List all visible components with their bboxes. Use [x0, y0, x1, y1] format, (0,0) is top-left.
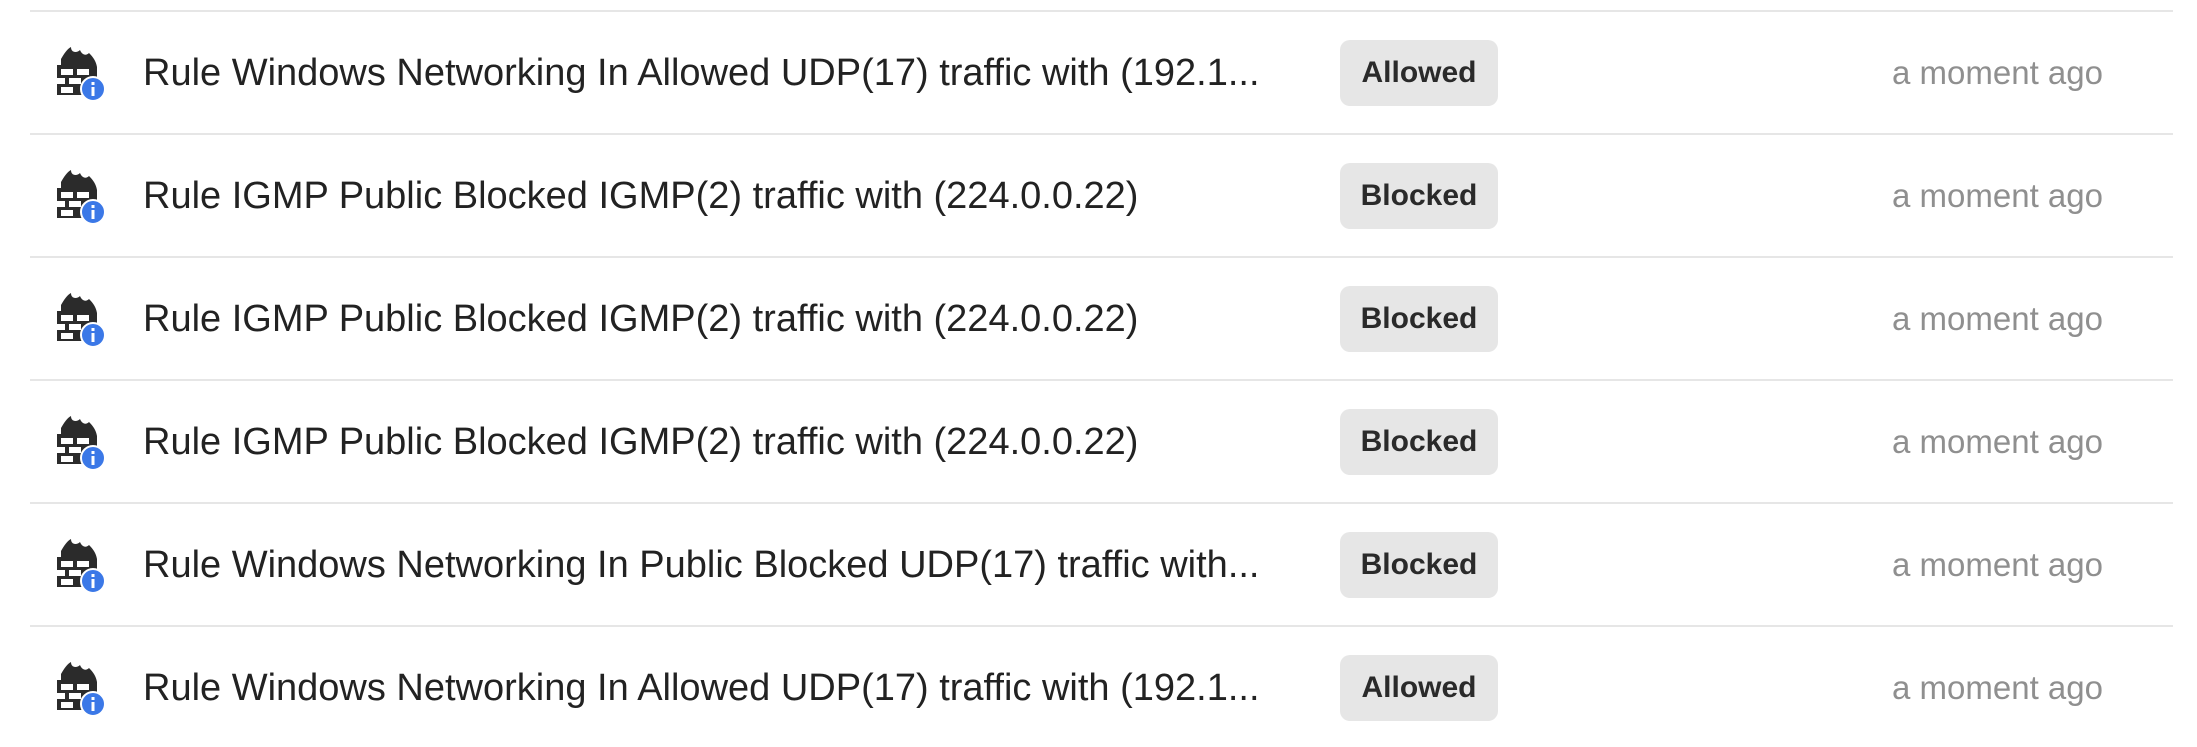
status-badge: Blocked — [1340, 163, 1498, 229]
event-timestamp: a moment ago — [1892, 546, 2103, 583]
firewall-info-icon — [55, 416, 107, 472]
event-title: Rule Windows Networking In Allowed UDP(1… — [143, 52, 1260, 94]
event-timestamp: a moment ago — [1892, 669, 2103, 706]
event-timestamp: a moment ago — [1892, 300, 2103, 337]
event-title: Rule Windows Networking In Public Blocke… — [143, 544, 1260, 586]
event-row[interactable]: Rule Windows Networking In Allowed UDP(1… — [30, 10, 2173, 133]
event-timestamp: a moment ago — [1892, 177, 2103, 214]
event-timestamp: a moment ago — [1892, 423, 2103, 460]
event-title: Rule IGMP Public Blocked IGMP(2) traffic… — [143, 421, 1139, 463]
firewall-info-icon — [55, 662, 107, 718]
status-badge: Blocked — [1340, 532, 1498, 598]
firewall-event-list: Rule Windows Networking In Allowed UDP(1… — [30, 10, 2173, 747]
event-row[interactable]: Rule IGMP Public Blocked IGMP(2) traffic… — [30, 379, 2173, 502]
firewall-info-icon — [55, 539, 107, 595]
status-badge: Blocked — [1340, 409, 1498, 475]
event-row[interactable]: Rule Windows Networking In Public Blocke… — [30, 502, 2173, 625]
firewall-info-icon — [55, 47, 107, 103]
status-badge: Allowed — [1340, 655, 1498, 721]
event-title: Rule IGMP Public Blocked IGMP(2) traffic… — [143, 175, 1139, 217]
event-title: Rule IGMP Public Blocked IGMP(2) traffic… — [143, 298, 1139, 340]
status-badge: Allowed — [1340, 40, 1498, 106]
event-timestamp: a moment ago — [1892, 54, 2103, 91]
event-row[interactable]: Rule IGMP Public Blocked IGMP(2) traffic… — [30, 256, 2173, 379]
firewall-info-icon — [55, 293, 107, 349]
status-badge: Blocked — [1340, 286, 1498, 352]
event-title: Rule Windows Networking In Allowed UDP(1… — [143, 667, 1260, 709]
event-row[interactable]: Rule IGMP Public Blocked IGMP(2) traffic… — [30, 133, 2173, 256]
firewall-info-icon — [55, 170, 107, 226]
event-row[interactable]: Rule Windows Networking In Allowed UDP(1… — [30, 625, 2173, 747]
